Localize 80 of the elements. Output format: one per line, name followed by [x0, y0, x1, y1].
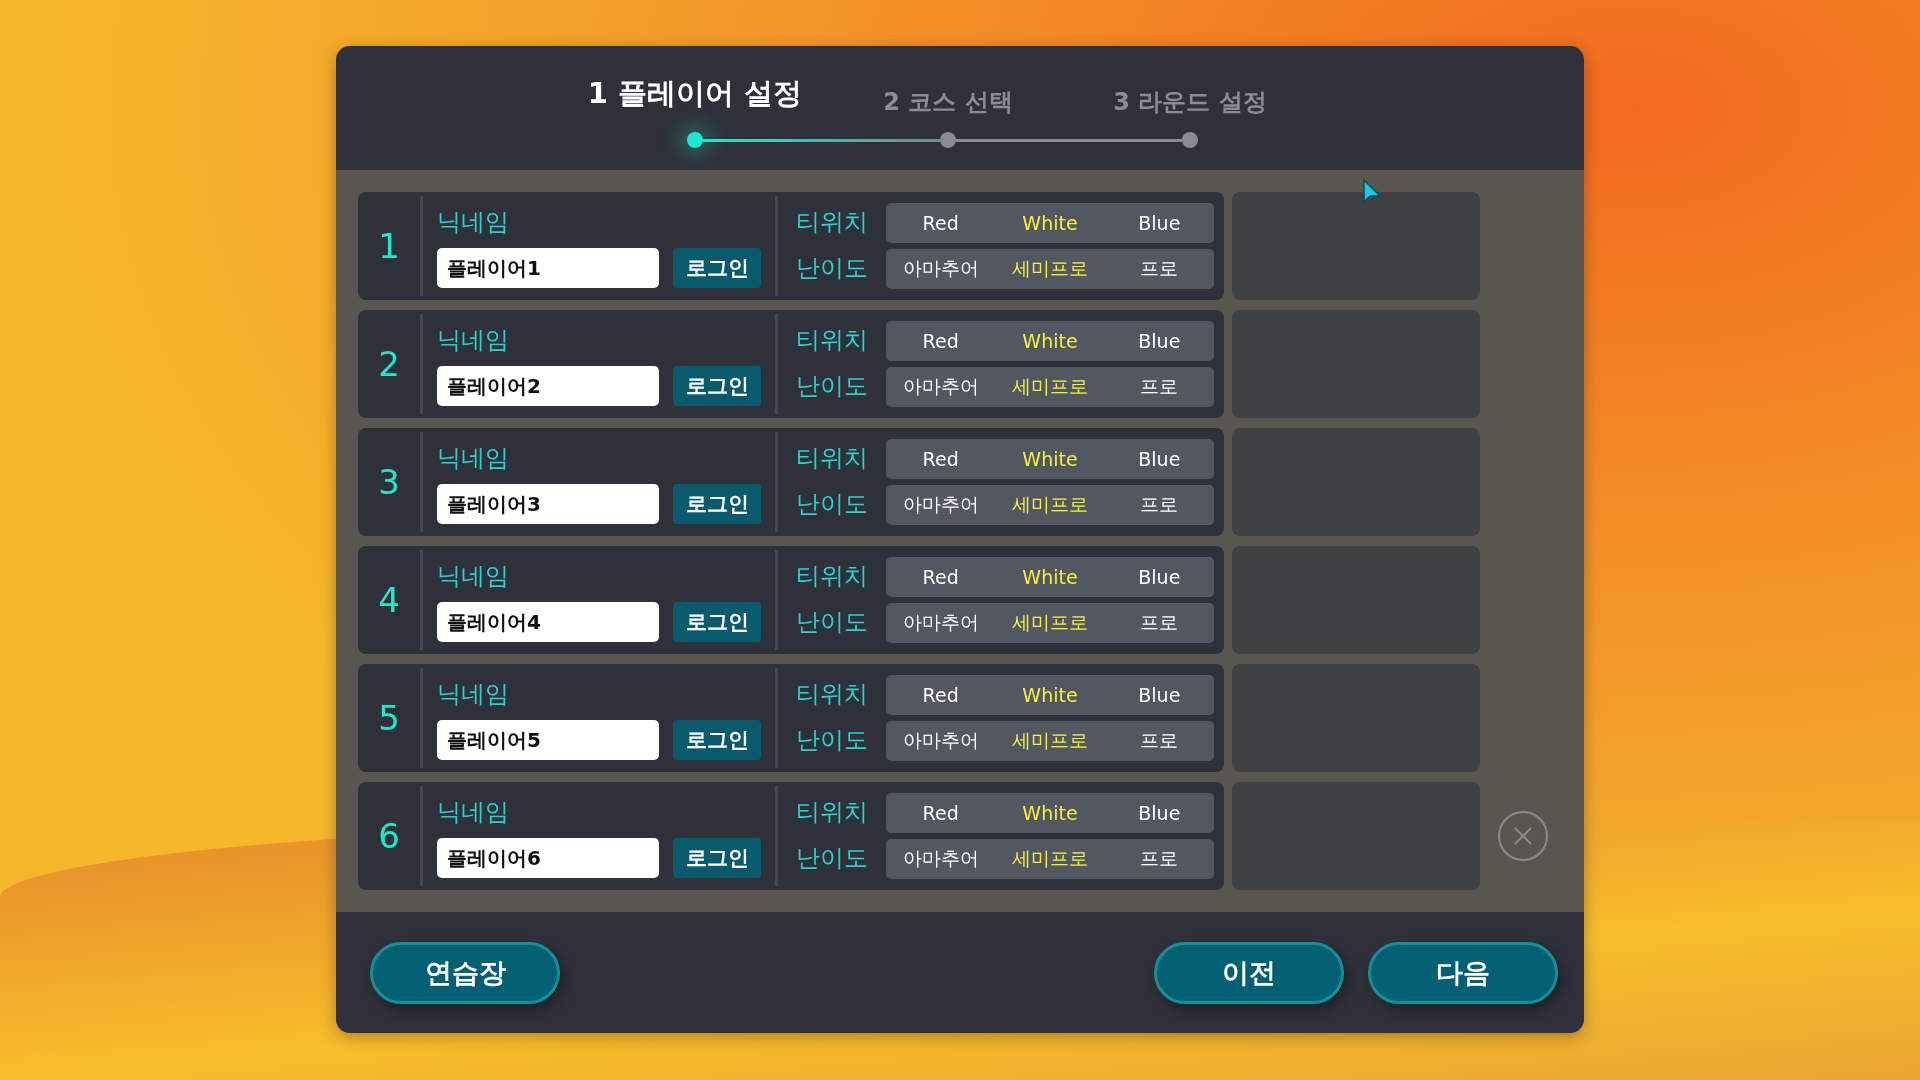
difficulty-option[interactable]: 프로 [1104, 374, 1214, 400]
tee-option[interactable]: Blue [1104, 684, 1214, 706]
step-tab[interactable]: 3 라운드 설정 [1113, 86, 1267, 118]
tee-option[interactable]: Blue [1104, 212, 1214, 234]
tee-option[interactable]: Blue [1104, 802, 1214, 824]
login-button[interactable]: 로그인 [673, 484, 761, 524]
difficulty-option[interactable]: 아마추어 [886, 256, 996, 282]
difficulty-option[interactable]: 프로 [1104, 728, 1214, 754]
difficulty-label: 난이도 [796, 371, 868, 403]
difficulty-label: 난이도 [796, 489, 868, 521]
nav-button[interactable]: 다음 [1368, 941, 1558, 1004]
difficulty-option[interactable]: 세미프로 [995, 374, 1105, 400]
tee-option[interactable]: White [995, 566, 1105, 588]
tee-option[interactable]: Red [886, 566, 996, 588]
tee-option[interactable]: Red [886, 212, 996, 234]
difficulty-option[interactable]: 세미프로 [995, 728, 1105, 754]
tee-option[interactable]: Blue [1104, 448, 1214, 470]
difficulty-option[interactable]: 아마추어 [886, 728, 996, 754]
difficulty-option[interactable]: 프로 [1104, 492, 1214, 518]
tee-option[interactable]: White [995, 330, 1105, 352]
difficulty-option[interactable]: 프로 [1104, 846, 1214, 872]
player-number: 5 [377, 697, 401, 740]
practice-button[interactable]: 연습장 [370, 941, 560, 1004]
login-button[interactable]: 로그인 [673, 720, 761, 760]
difficulty-option[interactable]: 프로 [1104, 256, 1214, 282]
tee-label: 티위치 [796, 325, 868, 357]
player-number: 6 [377, 815, 401, 858]
tee-label: 티위치 [796, 561, 868, 593]
difficulty-label: 난이도 [796, 253, 868, 285]
login-button[interactable]: 로그인 [673, 838, 761, 878]
tee-option[interactable]: White [995, 684, 1105, 706]
tee-option[interactable]: White [995, 212, 1105, 234]
nickname-input-field[interactable]: 플레이어5 [437, 720, 659, 760]
tee-option[interactable]: White [995, 448, 1105, 470]
tee-option[interactable]: White [995, 802, 1105, 824]
difficulty-option[interactable]: 아마추어 [886, 610, 996, 636]
nickname-input-field[interactable]: 플레이어2 [437, 366, 659, 406]
difficulty-option[interactable]: 세미프로 [995, 846, 1105, 872]
difficulty-label: 난이도 [796, 725, 868, 757]
tee-option[interactable]: Red [886, 684, 996, 706]
login-button[interactable]: 로그인 [673, 602, 761, 642]
tee-option[interactable]: Red [886, 448, 996, 470]
login-button[interactable]: 로그인 [673, 248, 761, 288]
nickname-label: 닉네임 [437, 679, 510, 710]
tee-label: 티위치 [796, 443, 868, 475]
difficulty-label: 난이도 [796, 607, 868, 639]
tee-option[interactable]: Red [886, 330, 996, 352]
difficulty-option[interactable]: 세미프로 [995, 492, 1105, 518]
nickname-input-field[interactable]: 플레이어3 [437, 484, 659, 524]
login-button[interactable]: 로그인 [673, 366, 761, 406]
difficulty-option[interactable]: 세미프로 [995, 256, 1105, 282]
nickname-label: 닉네임 [437, 325, 510, 356]
nickname-label: 닉네임 [437, 797, 510, 828]
step-tab[interactable]: 1 플레이어 설정 [587, 74, 803, 114]
nickname-input-field[interactable]: 플레이어1 [437, 248, 659, 288]
difficulty-option[interactable]: 아마추어 [886, 374, 996, 400]
tee-label: 티위치 [796, 679, 868, 711]
step-tab[interactable]: 2 코스 선택 [883, 86, 1013, 118]
difficulty-label: 난이도 [796, 843, 868, 875]
nickname-label: 닉네임 [437, 443, 510, 474]
player-number: 1 [377, 225, 401, 268]
nickname-input-field[interactable]: 플레이어6 [437, 838, 659, 878]
difficulty-option[interactable]: 프로 [1104, 610, 1214, 636]
nav-button[interactable]: 이전 [1154, 941, 1344, 1004]
difficulty-option[interactable]: 세미프로 [995, 610, 1105, 636]
player-number: 3 [377, 461, 401, 504]
nickname-label: 닉네임 [437, 561, 510, 592]
tee-option[interactable]: Red [886, 802, 996, 824]
difficulty-option[interactable]: 아마추어 [886, 492, 996, 518]
player-number: 2 [377, 343, 401, 386]
difficulty-option[interactable]: 아마추어 [886, 846, 996, 872]
tee-option[interactable]: Blue [1104, 566, 1214, 588]
tee-label: 티위치 [796, 797, 868, 829]
nickname-label: 닉네임 [437, 207, 510, 238]
tee-option[interactable]: Blue [1104, 330, 1214, 352]
player-number: 4 [377, 579, 401, 622]
nickname-input-field[interactable]: 플레이어4 [437, 602, 659, 642]
mouse-cursor-icon [1362, 178, 1382, 206]
tee-label: 티위치 [796, 207, 868, 239]
close-icon[interactable] [1497, 810, 1549, 862]
